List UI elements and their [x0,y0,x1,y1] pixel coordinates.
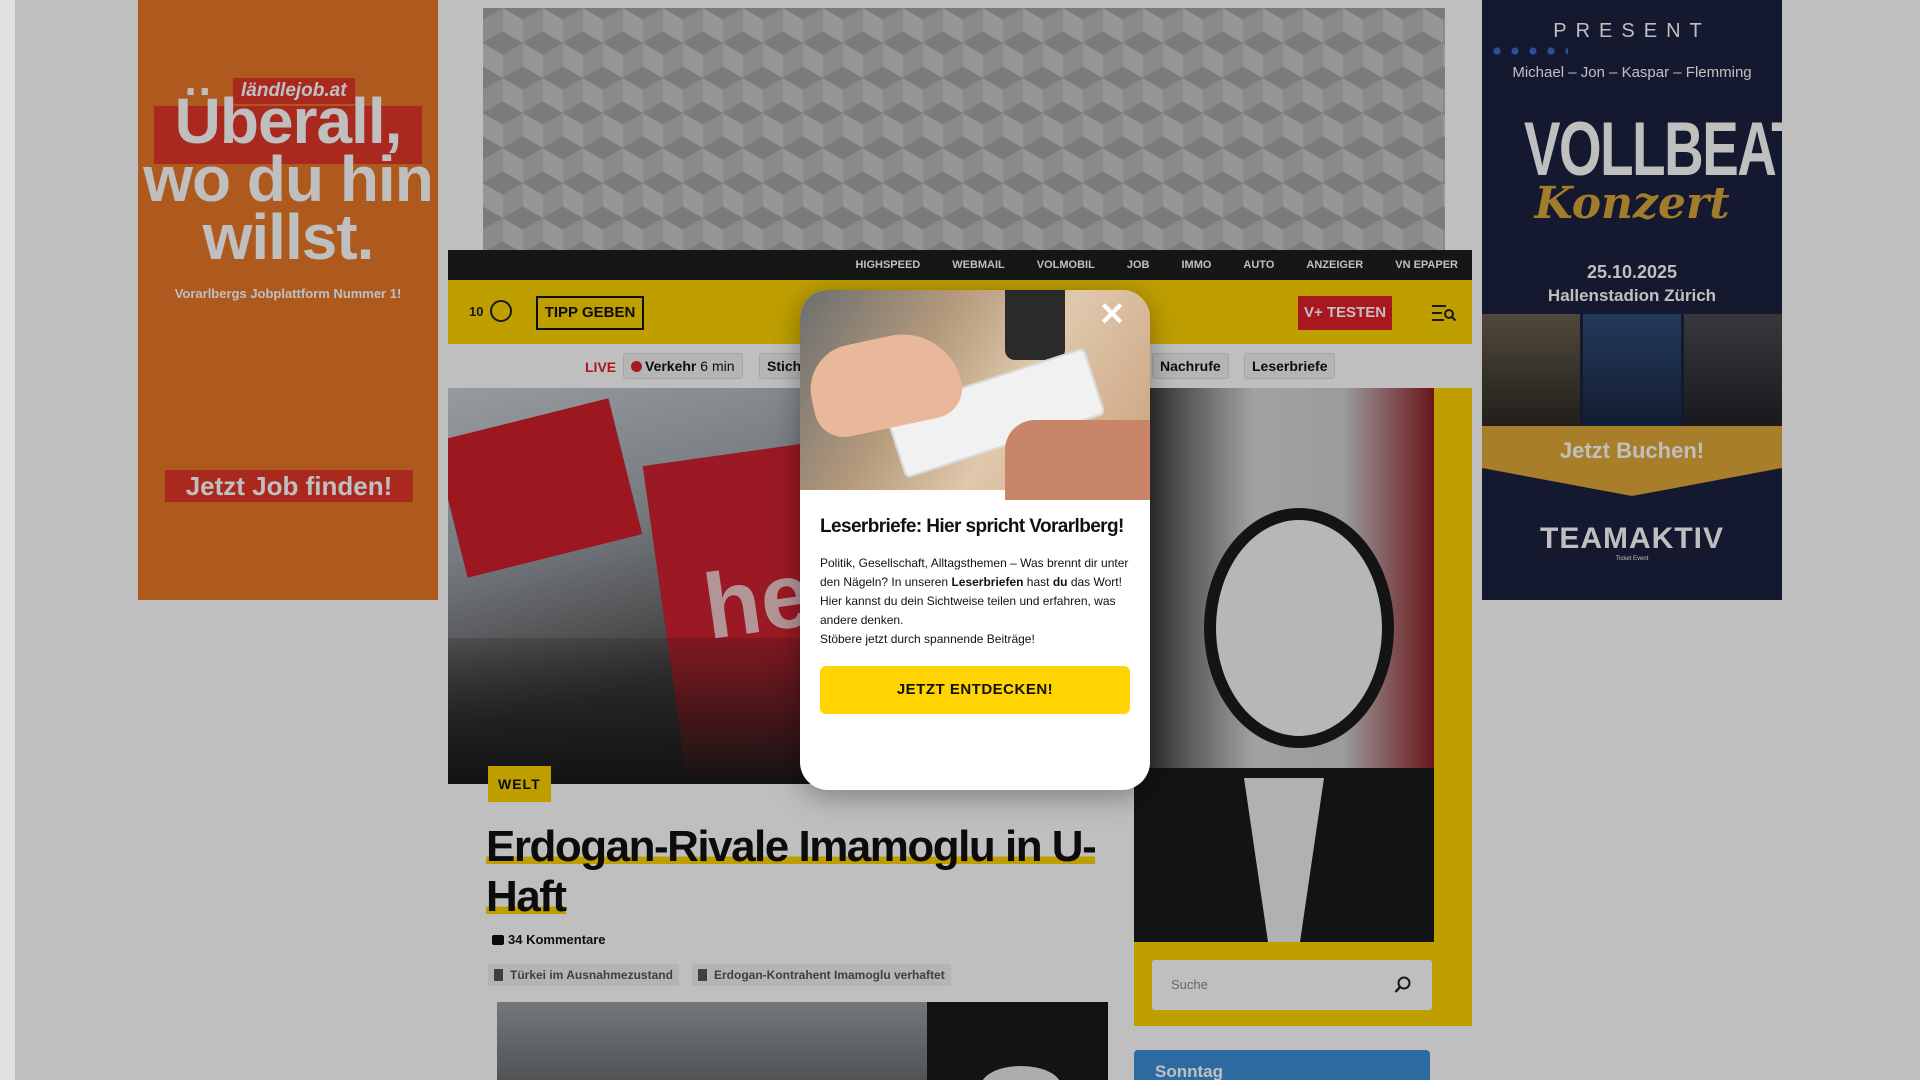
leserbriefe-modal: ✕ Leserbriefe: Hier spricht Vorarlberg! … [800,290,1150,790]
body-emphasis: Leserbriefen [951,575,1024,589]
modal-title: Leserbriefe: Hier spricht Vorarlberg! [820,516,1124,537]
jetzt-entdecken-button[interactable]: JETZT ENTDECKEN! [820,666,1130,714]
sleeve-shape [1005,420,1150,500]
body-emphasis: du [1052,575,1068,589]
page: ländlejob.at Überall, wo du hin willst. … [0,0,1920,1080]
page-edge [0,0,15,1080]
body-text: Stöbere jetzt durch spannende Beiträge! [820,632,1035,646]
body-text: hast [1023,575,1053,589]
close-icon[interactable]: ✕ [1096,298,1128,330]
cup-shape [1005,290,1065,360]
modal-body: Politik, Gesellschaft, Alltagsthemen – W… [820,554,1132,649]
